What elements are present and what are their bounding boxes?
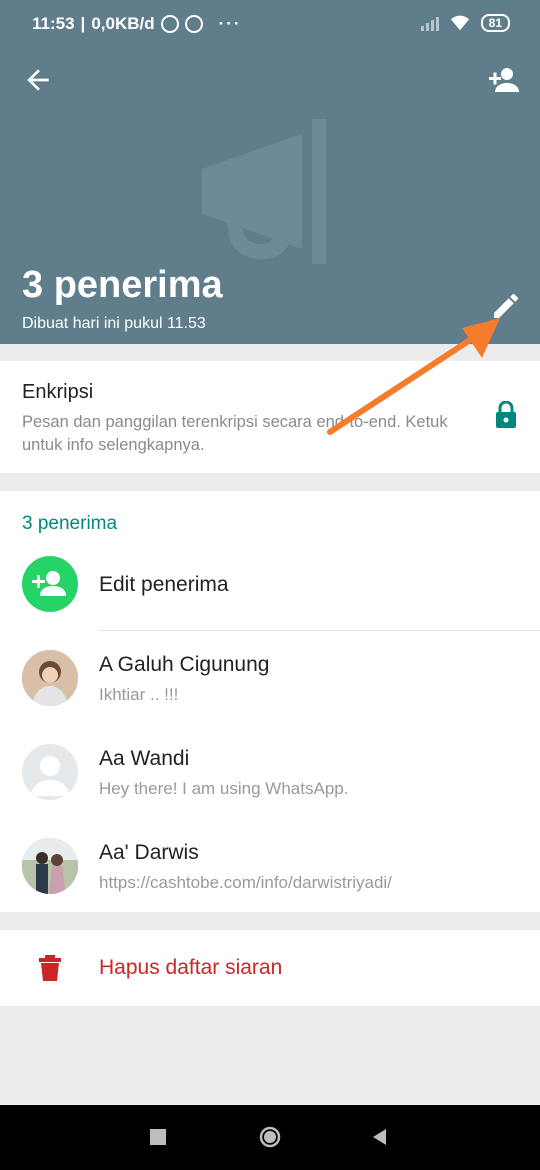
edit-recipients-label: Edit penerima xyxy=(99,573,229,596)
contact-row[interactable]: Aa Wandi Hey there! I am using WhatsApp. xyxy=(0,728,540,820)
page-title: 3 penerima xyxy=(22,264,223,306)
status-bar: 11:53 | 0,0KB/d ··· 81 xyxy=(0,0,540,44)
network-speed: 0,0KB/d xyxy=(91,14,155,33)
contact-status: Hey there! I am using WhatsApp. xyxy=(99,779,349,798)
delete-broadcast-row[interactable]: Hapus daftar siaran xyxy=(0,930,540,1006)
signal-icon xyxy=(420,15,439,31)
contact-name: A Galuh Cigunung xyxy=(99,653,270,676)
contact-name: Aa Wandi xyxy=(99,747,190,770)
broadcast-header: 3 penerima Dibuat hari ini pukul 11.53 xyxy=(0,44,540,344)
contact-row[interactable]: A Galuh Cigunung Ikhtiar .. !!! xyxy=(0,634,540,726)
recents-square-icon[interactable] xyxy=(146,1125,170,1149)
whatsapp-notification-icon xyxy=(160,15,179,33)
avatar xyxy=(22,650,78,706)
wifi-icon xyxy=(450,15,469,31)
contact-name: Aa' Darwis xyxy=(99,841,199,864)
contact-status: Ikhtiar .. !!! xyxy=(99,685,179,704)
annotation-arrow xyxy=(327,318,500,435)
avatar xyxy=(22,744,78,800)
back-triangle-icon[interactable] xyxy=(368,1125,392,1149)
add-recipient-icon[interactable] xyxy=(486,62,522,98)
contact-status: https://cashtobe.com/info/darwistriyadi/ xyxy=(99,873,392,892)
delete-broadcast-label: Hapus daftar siaran xyxy=(99,956,283,979)
back-arrow-icon[interactable] xyxy=(22,64,54,96)
add-person-icon xyxy=(22,556,78,612)
edit-recipients-row[interactable]: Edit penerima xyxy=(0,539,540,631)
home-circle-icon[interactable] xyxy=(258,1125,282,1149)
trash-icon xyxy=(39,955,61,981)
contact-row[interactable]: Aa' Darwis https://cashtobe.com/info/dar… xyxy=(0,822,540,914)
avatar xyxy=(22,838,78,894)
system-nav-bar xyxy=(0,1105,540,1170)
status-time: 11:53 xyxy=(32,14,75,33)
divider xyxy=(99,630,540,631)
battery-indicator: 81 xyxy=(480,14,510,32)
whatsapp-notification-icon-2 xyxy=(184,15,203,33)
recipients-section: 3 penerima Edit penerima A Galuh Cigunun… xyxy=(0,491,540,912)
recipients-count-heading: 3 penerima xyxy=(22,513,118,534)
broadcast-megaphone-icon xyxy=(202,119,326,264)
more-notifications-icon: ··· xyxy=(218,14,242,33)
encryption-title: Enkripsi xyxy=(22,381,94,403)
created-subtitle: Dibuat hari ini pukul 11.53 xyxy=(22,315,206,332)
